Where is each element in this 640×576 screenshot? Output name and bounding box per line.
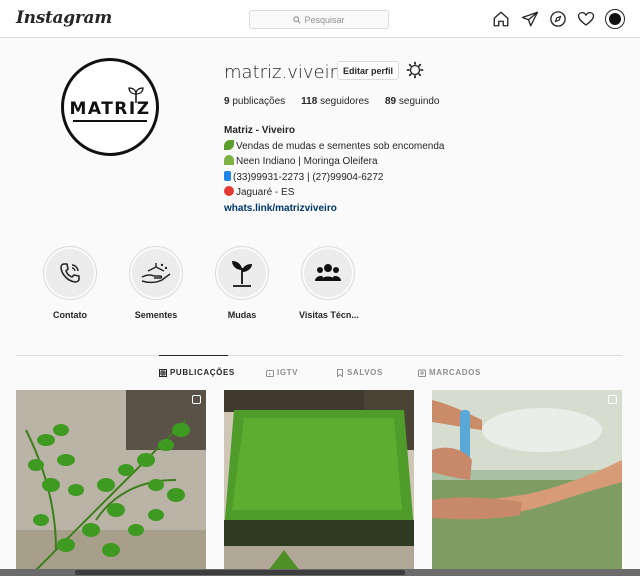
logo-underline <box>73 120 147 122</box>
highlight-label: Sementes <box>134 310 178 320</box>
bio-line: Neen Indiano | Moringa Oleifera <box>224 154 444 170</box>
tab-publicacoes[interactable]: PUBLICAÇÕES <box>159 368 235 377</box>
post-thumbnail[interactable] <box>16 390 206 576</box>
search-input[interactable]: Pesquisar <box>249 10 389 29</box>
tab-igtv[interactable]: IGTV <box>266 368 298 377</box>
scrollbar-thumb[interactable] <box>75 570 405 575</box>
tabs-divider <box>16 355 622 356</box>
profile-stats: 9 publicações 118 seguidores 89 seguindo <box>224 96 454 107</box>
hand-spray-image <box>432 390 622 576</box>
top-nav-bar: Instagram Pesquisar <box>0 0 640 38</box>
profile-bio: Matriz - Viveiro Vendas de mudas e semen… <box>224 123 444 216</box>
edit-profile-button[interactable]: Editar perfil <box>337 61 399 80</box>
sprout-logo-icon <box>128 87 145 103</box>
highlight-label: Mudas <box>227 310 257 320</box>
moringa-plant-image <box>16 390 206 576</box>
bio-line: Jaguaré - ES <box>224 185 444 201</box>
bio-link[interactable]: whats.link/matrizviveiro <box>224 201 444 217</box>
search-placeholder: Pesquisar <box>304 14 345 25</box>
highlight-visitas[interactable]: Visitas Técn... <box>299 246 359 320</box>
multi-post-icon <box>192 395 201 404</box>
post-thumbnail[interactable] <box>224 390 414 576</box>
bio-name: Matriz - Viveiro <box>224 125 295 136</box>
seedling-emoji-icon <box>224 155 234 165</box>
stat-following[interactable]: 89 seguindo <box>385 96 440 107</box>
post-thumbnail[interactable] <box>432 390 622 576</box>
leaf-emoji-icon <box>224 139 234 150</box>
phone-emoji-icon <box>224 170 231 181</box>
sprout-icon <box>232 261 252 287</box>
nursery-seedbed-image <box>224 390 414 576</box>
igtv-icon <box>266 369 274 377</box>
highlight-contato[interactable]: Contato <box>41 246 99 320</box>
bio-line: (33)99931-2273 | (27)99904-6272 <box>224 170 444 186</box>
active-tab-indicator <box>159 355 228 356</box>
explore-icon[interactable] <box>549 10 567 28</box>
highlight-sementes[interactable]: Sementes <box>127 246 185 320</box>
bio-line: Vendas de mudas e sementes sob encomenda <box>224 139 444 155</box>
multi-post-icon <box>608 395 617 404</box>
instagram-logo[interactable]: Instagram <box>16 8 112 28</box>
highlight-label: Contato <box>53 310 87 320</box>
stat-followers[interactable]: 118 seguidores <box>301 96 369 107</box>
profile-avatar[interactable]: MATRIZ <box>61 58 159 156</box>
group-people-icon <box>315 264 341 281</box>
tab-marcados[interactable]: MARCADOS <box>418 368 481 377</box>
highlight-label: Visitas Técn... <box>299 310 359 320</box>
bookmark-icon <box>337 368 343 377</box>
profile-avatar-button[interactable] <box>605 9 625 29</box>
phone-icon <box>60 263 80 283</box>
search-icon <box>293 15 302 24</box>
tab-salvos[interactable]: SALVOS <box>336 368 383 377</box>
grid-icon <box>159 368 167 377</box>
home-icon[interactable] <box>492 10 510 28</box>
highlight-mudas[interactable]: Mudas <box>213 246 271 320</box>
hand-seeds-icon <box>141 263 171 284</box>
tagged-icon <box>418 369 426 377</box>
profile-username: matriz.viveiro <box>224 62 348 83</box>
settings-gear-icon[interactable] <box>406 61 424 79</box>
direct-message-icon[interactable] <box>521 10 539 28</box>
stat-posts: 9 publicações <box>224 96 286 107</box>
pushpin-emoji-icon <box>224 186 234 196</box>
activity-heart-icon[interactable] <box>577 10 595 28</box>
